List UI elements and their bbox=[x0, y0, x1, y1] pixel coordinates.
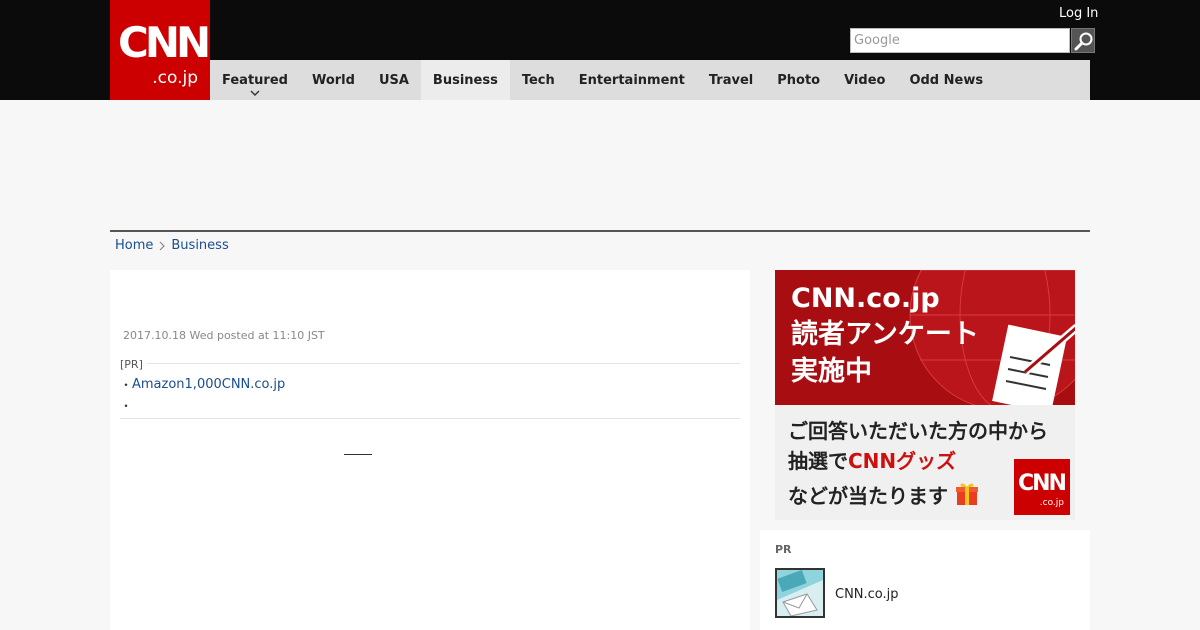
sidebar-pr-heading: PR bbox=[775, 543, 792, 556]
nav-item-odd-news[interactable]: Odd News bbox=[897, 60, 995, 100]
sidebar-thumbnail[interactable] bbox=[775, 568, 825, 618]
posted-timestamp: 2017.10.18 Wed posted at 11:10 JST bbox=[123, 329, 325, 342]
ad-logo-text: CNN bbox=[1018, 471, 1067, 496]
ad-top-panel: CNN.co.jp 読者アンケート 実施中 bbox=[775, 270, 1075, 405]
pr-link[interactable]: Amazon1,000CNN.co.jp bbox=[132, 377, 285, 392]
gift-icon bbox=[955, 483, 978, 505]
nav-item-label: Business bbox=[432, 72, 498, 88]
nav-item-label: Odd News bbox=[909, 72, 984, 88]
nav-item-label: USA bbox=[378, 72, 409, 88]
nav-item-label: Featured bbox=[222, 72, 288, 88]
bullet: ・ bbox=[120, 399, 133, 413]
breadcrumb-business[interactable]: Business bbox=[171, 238, 228, 253]
search-box bbox=[850, 28, 1095, 53]
ad-line-5-a: 抽選で bbox=[788, 449, 848, 473]
pr-divider-bottom bbox=[120, 418, 740, 419]
document-pen-icon bbox=[992, 323, 1075, 405]
search-input[interactable] bbox=[850, 28, 1070, 53]
nav-item-entertainment[interactable]: Entertainment bbox=[567, 60, 697, 100]
survey-ad-banner[interactable]: CNN.co.jp 読者アンケート 実施中 ご回答いただいた方の中から 抽選でC… bbox=[775, 270, 1075, 520]
sidebar-item-title[interactable]: CNN.co.jp bbox=[835, 587, 899, 602]
nav-item-tech[interactable]: Tech bbox=[510, 60, 567, 100]
ad-line-6-text: などが当たります bbox=[788, 484, 948, 508]
sidebar-pr-card: PR CNN.co.jp bbox=[760, 530, 1090, 630]
breadcrumb-home[interactable]: Home bbox=[115, 238, 153, 253]
nav-item-label: Tech bbox=[521, 72, 555, 88]
cnn-logo[interactable]: CNN .co.jp bbox=[110, 0, 211, 100]
pr-list: ・ Amazon1,000CNN.co.jp ・ bbox=[120, 374, 285, 416]
nav-item-photo[interactable]: Photo bbox=[765, 60, 832, 100]
nav-item-label: Travel bbox=[708, 72, 754, 88]
nav-item-label: World bbox=[311, 72, 355, 88]
ad-logo-sub: .co.jp bbox=[1039, 498, 1064, 508]
nav-item-label: Entertainment bbox=[578, 72, 685, 88]
section-divider bbox=[110, 230, 1090, 232]
list-item: ・ bbox=[120, 395, 285, 416]
ad-line-2: 読者アンケート bbox=[791, 319, 979, 350]
pr-label: [PR] bbox=[120, 358, 147, 371]
ad-line-5: 抽選でCNNグッズ bbox=[788, 451, 956, 471]
mail-icon bbox=[777, 570, 823, 616]
nav-item-label: Photo bbox=[777, 72, 821, 88]
list-item: ・ Amazon1,000CNN.co.jp bbox=[120, 374, 285, 395]
ad-line-5-b: CNNグッズ bbox=[848, 449, 957, 473]
logo-text: CNN bbox=[118, 18, 211, 67]
main-nav: Featured World USA Business Tech Enterta… bbox=[210, 60, 1090, 100]
ad-line-4: ご回答いただいた方の中から bbox=[788, 419, 1048, 443]
logo-sub: .co.jp bbox=[152, 68, 198, 88]
breadcrumb: Home Business bbox=[115, 238, 229, 253]
login-link[interactable]: Log In bbox=[1059, 6, 1098, 21]
pr-divider bbox=[120, 363, 740, 364]
bullet: ・ bbox=[120, 378, 133, 392]
ad-cnn-logo: CNN .co.jp bbox=[1014, 459, 1070, 515]
chevron-down-icon bbox=[250, 90, 260, 96]
nav-item-business[interactable]: Business bbox=[420, 60, 510, 100]
nav-item-usa[interactable]: USA bbox=[367, 60, 421, 100]
decorative-line bbox=[344, 454, 372, 455]
search-button[interactable] bbox=[1071, 28, 1095, 53]
chevron-right-icon bbox=[159, 241, 166, 250]
nav-item-featured[interactable]: Featured bbox=[210, 60, 300, 100]
ad-line-1: CNN.co.jp bbox=[791, 283, 940, 314]
nav-item-label: Video bbox=[844, 72, 886, 88]
nav-item-world[interactable]: World bbox=[300, 60, 367, 100]
ad-bottom-panel: ご回答いただいた方の中から 抽選でCNNグッズ などが当たります CNN .co… bbox=[775, 405, 1075, 520]
ad-line-6: などが当たります bbox=[788, 481, 979, 507]
nav-item-video[interactable]: Video bbox=[832, 60, 897, 100]
nav-item-travel[interactable]: Travel bbox=[697, 60, 765, 100]
ad-line-3: 実施中 bbox=[791, 356, 872, 387]
article-card: 2017.10.18 Wed posted at 11:10 JST [PR] … bbox=[110, 270, 750, 630]
search-icon bbox=[1074, 32, 1093, 51]
